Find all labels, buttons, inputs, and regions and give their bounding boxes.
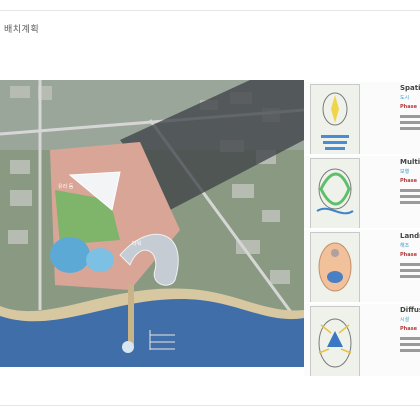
dome-label: 유리 돔 <box>58 184 74 190</box>
concept-panel-4: Diffusi 시설 Phase <box>304 304 420 376</box>
glass-dome-2 <box>86 248 114 272</box>
panel-title-4: Diffusi <box>400 306 420 314</box>
concept-panel-3: Landm 해조 Phase <box>304 230 420 302</box>
panel-phase-1: Phase <box>400 104 417 110</box>
panel-title-1: Spatial <box>400 84 420 92</box>
bottom-rule <box>0 405 420 406</box>
pier-end <box>122 341 134 353</box>
panel-bullets-1 <box>400 112 420 133</box>
panel-title-3: Landm <box>400 232 420 240</box>
site-plan-map: 유리 돔 타워 <box>0 80 304 367</box>
top-rule <box>0 10 420 11</box>
concept-diagram-2 <box>310 158 360 228</box>
site-plan-drawing <box>0 80 304 367</box>
panel-sub-1: 도시 <box>400 95 410 101</box>
panel-sub-2: 보행 <box>400 169 410 175</box>
concept-diagram-1 <box>310 84 360 154</box>
concept-diagram-3 <box>310 232 360 302</box>
glass-dome <box>50 237 90 273</box>
page-title: 배치계획 <box>4 25 40 35</box>
concept-panel-1: Spatial 도시 Phase <box>304 82 420 154</box>
panel-sub-3: 해조 <box>400 243 410 249</box>
landmark-icon <box>327 271 343 283</box>
panel-phase-2: Phase <box>400 178 417 184</box>
panel-phase-4: Phase <box>400 326 417 332</box>
panel-bullets-2 <box>400 186 420 207</box>
pier <box>128 285 134 345</box>
panel-phase-3: Phase <box>400 252 417 258</box>
green-loop-icon <box>319 172 351 206</box>
tower-label: 타워 <box>132 241 142 247</box>
panel-title-2: Multi-u <box>400 158 420 166</box>
panel-sub-4: 시설 <box>400 317 410 323</box>
panel-bullets-4 <box>400 334 420 355</box>
spatial-diagram-icon <box>331 95 339 123</box>
diffusion-icon <box>327 331 343 347</box>
concept-panel-2: Multi-u 보행 Phase <box>304 156 420 228</box>
panel-bullets-3 <box>400 260 420 281</box>
concept-diagram-4 <box>310 306 360 376</box>
